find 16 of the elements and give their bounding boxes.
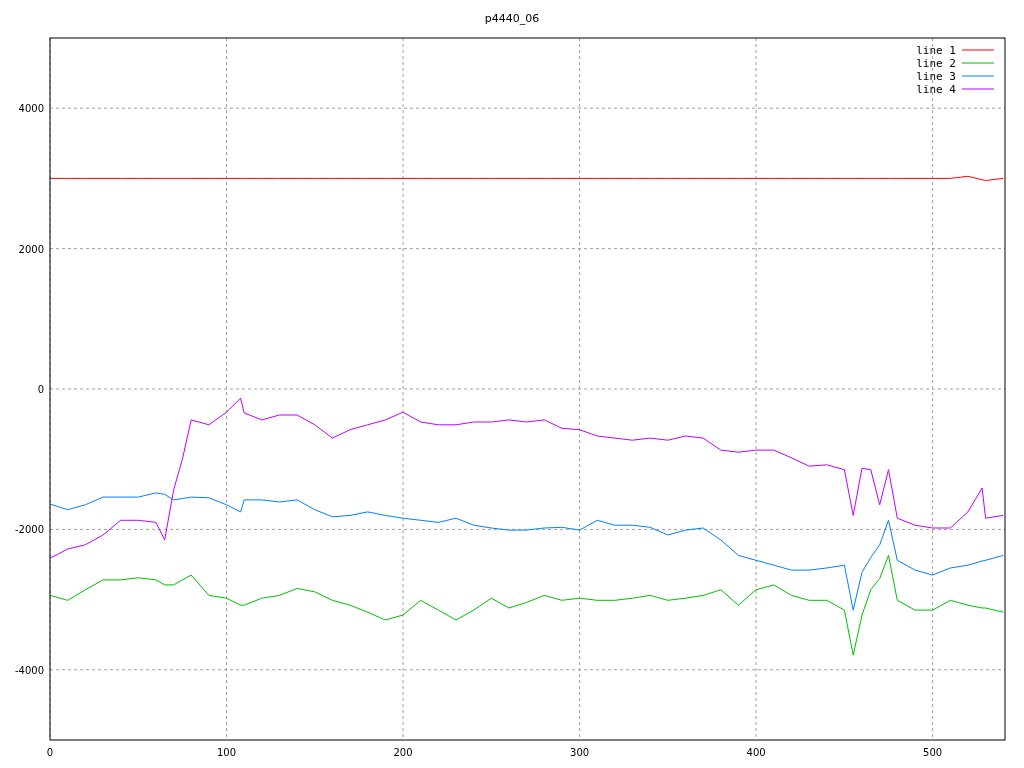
y-tick-label: 2000 — [18, 243, 44, 255]
x-tick-label: 200 — [393, 747, 413, 758]
chart-title: p4440_06 — [484, 12, 540, 25]
y-tick-label: 4000 — [18, 103, 44, 115]
y-tick-label: -4000 — [14, 664, 44, 676]
x-tick-label: 300 — [570, 747, 590, 758]
legend-label: line 4 — [916, 83, 956, 96]
legend-label: line 2 — [916, 57, 956, 70]
x-tick-label: 400 — [746, 747, 766, 758]
legend-label: line 1 — [916, 44, 956, 57]
x-tick-label: 100 — [217, 747, 237, 758]
y-tick-label: -2000 — [14, 524, 44, 536]
x-tick-label: 500 — [923, 747, 943, 758]
legend-label: line 3 — [916, 70, 956, 83]
y-tick-label: 0 — [37, 384, 44, 395]
x-tick-label: 0 — [46, 747, 54, 758]
